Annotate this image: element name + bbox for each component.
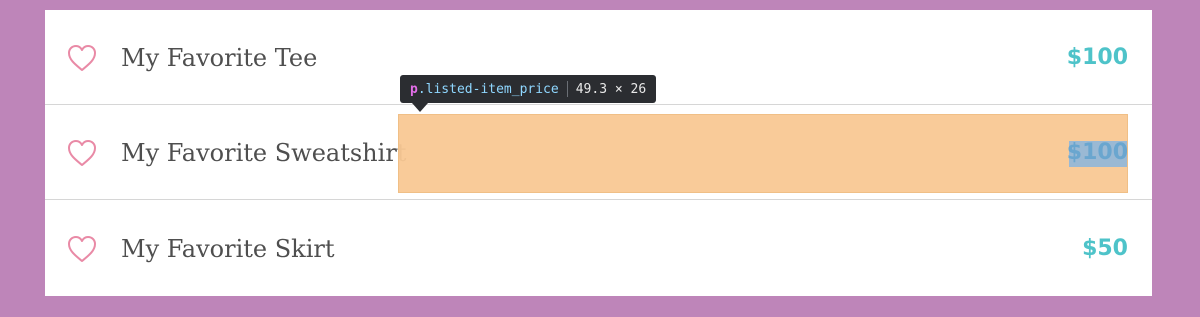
item-name: My Favorite Tee xyxy=(121,44,318,72)
inspector-highlight xyxy=(398,114,1128,193)
list-item: My Favorite Skirt $50 xyxy=(45,201,1152,296)
inspector-dimensions: 49.3 × 26 xyxy=(575,81,647,97)
heart-outline-icon[interactable] xyxy=(67,235,97,263)
inspector-class: .listed-item_price xyxy=(417,81,559,97)
item-name: My Favorite Sweatshirt xyxy=(121,139,407,167)
heart-outline-icon[interactable] xyxy=(67,44,97,72)
tooltip-arrow xyxy=(412,103,428,112)
heart-outline-icon[interactable] xyxy=(67,139,97,167)
item-price: $50 xyxy=(1082,236,1128,261)
item-price: $100 xyxy=(1066,140,1128,165)
item-name: My Favorite Skirt xyxy=(121,235,335,263)
inspector-tooltip: p .listed-item_price 49.3 × 26 xyxy=(400,75,657,103)
item-price: $100 xyxy=(1066,45,1128,70)
inspector-tag: p xyxy=(410,81,418,97)
tooltip-divider xyxy=(566,81,568,97)
